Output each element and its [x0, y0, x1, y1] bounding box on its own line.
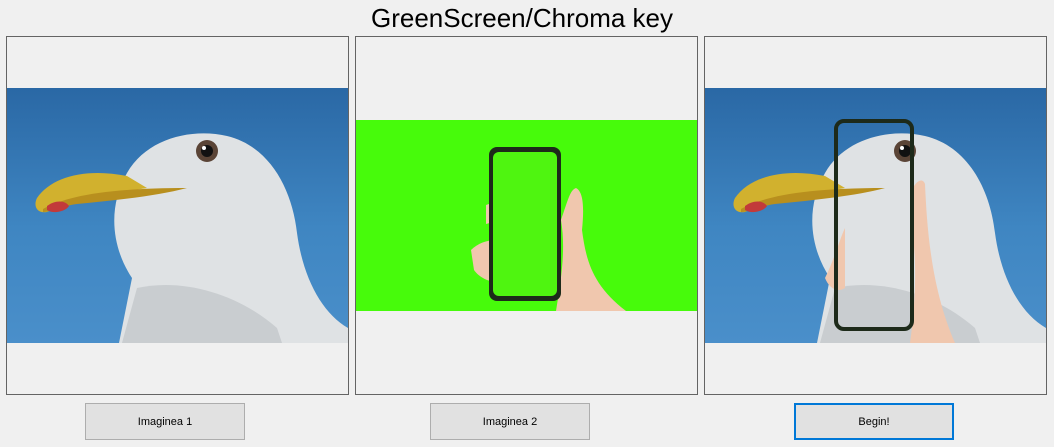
picture-box-1 [6, 36, 349, 395]
imaginea-2-button[interactable]: Imaginea 2 [430, 403, 590, 440]
phone-green-screen-image [356, 120, 697, 311]
composite-result-image [705, 88, 1046, 343]
page-title: GreenScreen/Chroma key [370, 3, 674, 33]
picture-box-3 [704, 36, 1047, 395]
seagull-image [7, 88, 348, 343]
picture-box-2 [355, 36, 698, 395]
imaginea-1-button[interactable]: Imaginea 1 [85, 403, 245, 440]
begin-button[interactable]: Begin! [794, 403, 954, 440]
